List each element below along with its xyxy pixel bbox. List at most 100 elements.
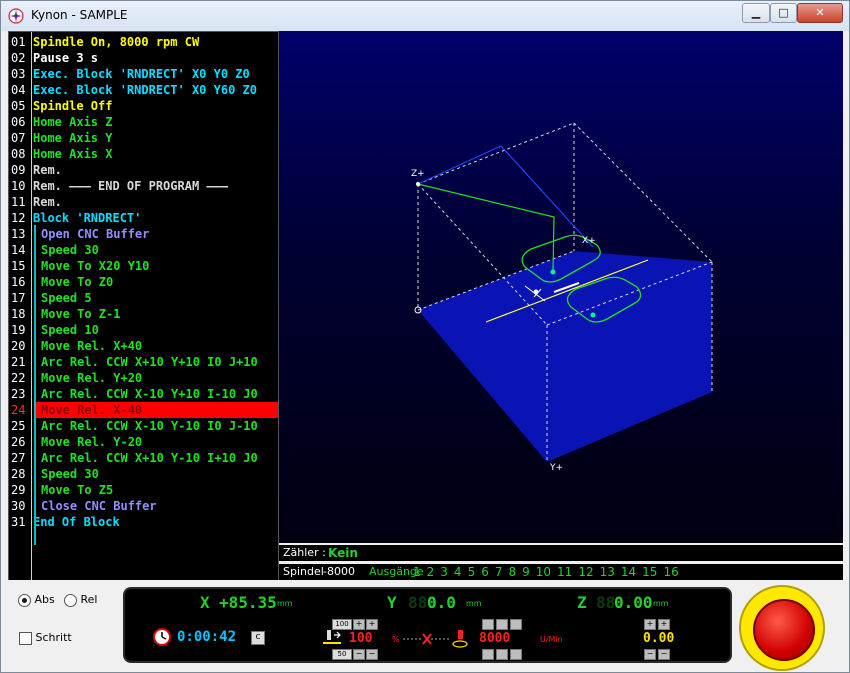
abs-label: Abs — [34, 593, 55, 606]
line-text: Home Axis Z — [33, 115, 113, 129]
y-unit: mm — [466, 599, 482, 608]
program-line[interactable]: 25 Arc Rel. CCW X-10 Y-10 I0 J-10 — [9, 418, 278, 434]
abs-radio[interactable] — [18, 593, 31, 607]
clear-time-button[interactable]: c — [251, 631, 265, 645]
counter-value: Kein — [328, 546, 358, 560]
tool-point — [533, 289, 539, 295]
spindle-unit: U/Min — [540, 635, 563, 644]
mode-abs-option[interactable]: Abs — [18, 593, 55, 607]
line-number: 26 — [11, 435, 26, 449]
program-line[interactable]: 12 Block 'RNDRECT' — [9, 210, 278, 226]
z-plus-button[interactable]: + — [644, 619, 656, 630]
line-text: Open CNC Buffer — [41, 227, 150, 241]
program-line[interactable]: 28 Speed 30 — [9, 466, 278, 482]
output-indicator: 16 — [663, 565, 679, 579]
spindle-up-1[interactable] — [482, 619, 494, 630]
z-minus-fine-button[interactable]: − — [658, 649, 670, 660]
program-line[interactable]: 26 Move Rel. Y-20 — [9, 434, 278, 450]
program-line[interactable]: 06 Home Axis Z — [9, 114, 278, 130]
3d-viewport[interactable]: Z+ X+ Y+ — [279, 31, 843, 543]
output-indicator: 10 — [535, 565, 552, 579]
feed-50-button[interactable]: 50 — [332, 649, 352, 660]
line-number: 06 — [11, 115, 26, 129]
step-checkbox[interactable] — [19, 631, 32, 645]
program-line[interactable]: 27 Arc Rel. CCW X+10 Y-10 I+10 J0 — [9, 450, 278, 466]
program-line[interactable]: 30 Close CNC Buffer — [9, 498, 278, 514]
line-text: Arc Rel. CCW X-10 Y+10 I-10 J0 — [41, 387, 258, 401]
program-line[interactable]: 04 Exec. Block 'RNDRECT' X0 Y60 Z0 — [9, 82, 278, 98]
output-indicator: 3 — [440, 565, 448, 579]
program-line[interactable]: 09 Rem. — [9, 162, 278, 178]
title-bar[interactable]: Kynon - SAMPLE ▁ □ ✕ — [1, 1, 849, 31]
emergency-stop-knob[interactable] — [753, 599, 815, 661]
feed-move-path — [417, 183, 555, 272]
program-line[interactable]: 03 Exec. Block 'RNDRECT' X0 Y0 Z0 — [9, 66, 278, 82]
step-option[interactable]: Schritt — [19, 631, 72, 645]
rapid-move-path — [417, 145, 594, 248]
program-line[interactable]: 21 Arc Rel. CCW X+10 Y+10 I0 J+10 — [9, 354, 278, 370]
output-indicator: 15 — [642, 565, 658, 579]
program-line[interactable]: 16 Move To Z0 — [9, 274, 278, 290]
spindle-up-2[interactable] — [496, 619, 508, 630]
dro-panel: X +85.35 mm Y 888 0.0 mm Z 88 0.00 mm 0:… — [123, 587, 732, 663]
line-text: Rem. ——— END OF PROGRAM ——— — [33, 179, 229, 193]
spindle-up-3[interactable] — [510, 619, 522, 630]
line-number: 13 — [11, 227, 26, 241]
program-line[interactable]: 29 Move To Z5 — [9, 482, 278, 498]
feed-plus-button[interactable]: + — [353, 619, 365, 630]
program-line[interactable]: 14 Speed 30 — [9, 242, 278, 258]
feed-minus-fine-button[interactable]: − — [366, 649, 378, 660]
line-number: 28 — [11, 467, 26, 481]
program-list[interactable]: 01 Spindle On, 8000 rpm CW 02 Pause 3 s 03 Ex… — [8, 31, 279, 581]
line-number: 30 — [11, 499, 26, 513]
spindle-label: Spindel — [283, 565, 324, 578]
line-number: 05 — [11, 99, 26, 113]
program-line[interactable]: 17 Speed 5 — [9, 290, 278, 306]
program-line[interactable]: 19 Speed 10 — [9, 322, 278, 338]
y-axis-label: Y — [387, 593, 397, 612]
line-text: Speed 5 — [41, 291, 92, 305]
program-line[interactable]: 24 Move Rel. X-40 — [9, 402, 278, 418]
feed-minus-button[interactable]: − — [353, 649, 365, 660]
program-line[interactable]: 22 Move Rel. Y+20 — [9, 370, 278, 386]
program-line[interactable]: 11 Rem. — [9, 194, 278, 210]
program-line[interactable]: 15 Move To X20 Y10 — [9, 258, 278, 274]
program-line[interactable]: 02 Pause 3 s — [9, 50, 278, 66]
z-position-value: 0.00 — [614, 593, 653, 612]
spindle-down-1[interactable] — [482, 649, 494, 660]
close-button[interactable]: ✕ — [797, 3, 843, 23]
spindle-down-2[interactable] — [496, 649, 508, 660]
line-number: 08 — [11, 147, 26, 161]
spindle-down-3[interactable] — [510, 649, 522, 660]
work-plane — [418, 251, 712, 462]
emergency-stop-button[interactable] — [739, 585, 825, 671]
spindle-value: -8000 — [323, 565, 355, 578]
program-line[interactable]: 01 Spindle On, 8000 rpm CW — [9, 34, 278, 50]
program-line[interactable]: 23 Arc Rel. CCW X-10 Y+10 I-10 J0 — [9, 386, 278, 402]
elapsed-time: 0:00:42 — [177, 629, 237, 645]
minimize-button[interactable]: ▁ — [742, 3, 770, 23]
rel-radio[interactable] — [64, 593, 77, 607]
line-number: 20 — [11, 339, 26, 353]
line-text: Block 'RNDRECT' — [33, 211, 142, 225]
program-line[interactable]: 20 Move Rel. X+40 — [9, 338, 278, 354]
mode-rel-option[interactable]: Rel — [64, 593, 97, 607]
line-text: Close CNC Buffer — [41, 499, 157, 513]
feed-plus-fine-button[interactable]: + — [366, 619, 378, 630]
z-plus-fine-button[interactable]: + — [658, 619, 670, 630]
maximize-button[interactable]: □ — [770, 3, 797, 23]
line-number: 27 — [11, 451, 26, 465]
z-minus-button[interactable]: − — [644, 649, 656, 660]
program-line[interactable]: 08 Home Axis X — [9, 146, 278, 162]
output-indicator: 4 — [453, 565, 462, 579]
line-text: Home Axis Y — [33, 131, 113, 145]
program-line[interactable]: 13 Open CNC Buffer — [9, 226, 278, 242]
program-line[interactable]: 07 Home Axis Y — [9, 130, 278, 146]
program-line[interactable]: 31 End Of Block — [9, 514, 278, 530]
z-axis-point — [416, 182, 420, 186]
program-line[interactable]: 10 Rem. ——— END OF PROGRAM ——— — [9, 178, 278, 194]
output-indicator: 6 — [481, 565, 489, 579]
program-line[interactable]: 18 Move To Z-1 — [9, 306, 278, 322]
program-line[interactable]: 05 Spindle Off — [9, 98, 278, 114]
z-inactive-digits: 88 — [596, 593, 616, 612]
